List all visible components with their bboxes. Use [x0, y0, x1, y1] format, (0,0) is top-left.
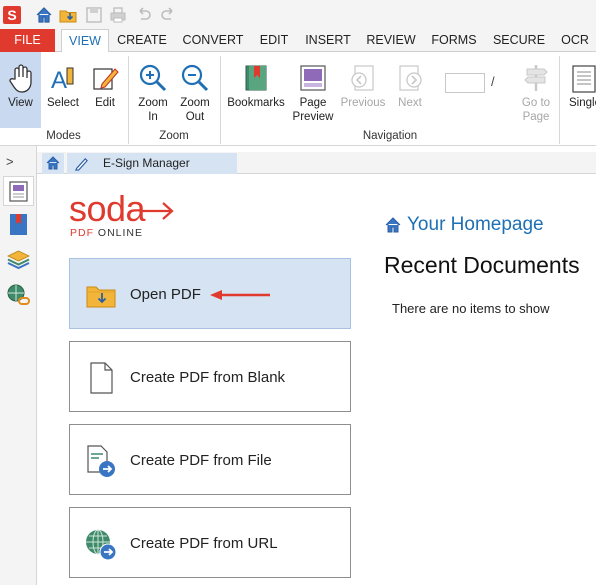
edit-mode-button[interactable]: Edit — [85, 52, 125, 128]
page-preview-label-1: Page — [299, 97, 327, 109]
links-icon[interactable] — [5, 282, 32, 309]
edit-mode-label: Edit — [95, 97, 115, 109]
logo-arrow-icon — [141, 202, 174, 220]
goto-label-1: Go to — [521, 97, 551, 109]
ribbon-divider — [559, 56, 560, 144]
zoom-out-icon — [181, 64, 209, 92]
zoom-in-icon — [139, 64, 167, 92]
page-preview-icon — [300, 65, 326, 91]
logo-pdf-word: PDF — [70, 227, 94, 239]
open-folder-icon[interactable] — [58, 5, 78, 25]
layers-icon[interactable] — [5, 246, 32, 273]
single-page-button[interactable]: Single — [563, 52, 596, 128]
sidebar-collapse-toggle[interactable]: > — [6, 154, 14, 169]
zoom-in-button[interactable]: Zoom In — [133, 52, 173, 128]
single-page-icon — [572, 65, 596, 93]
redo-icon[interactable] — [158, 5, 178, 25]
page-separator: / — [491, 74, 495, 89]
tab-create[interactable]: CREATE — [113, 29, 171, 52]
view-mode-label: View — [8, 97, 33, 109]
single-label: Single — [569, 97, 596, 109]
blank-page-icon — [90, 362, 113, 394]
bookmarks-icon[interactable] — [5, 211, 32, 238]
save-icon[interactable] — [84, 5, 104, 25]
tab-edit[interactable]: EDIT — [254, 29, 294, 52]
previous-label: Previous — [340, 97, 386, 109]
navigation-group-label: Navigation — [362, 130, 418, 142]
tab-view[interactable]: VIEW — [61, 29, 109, 53]
ribbon-tabs: FILE VIEW CREATE CONVERT EDIT INSERT REV… — [0, 29, 596, 53]
zoom-group-label: Zoom — [159, 130, 189, 142]
bookmarks-label: Bookmarks — [227, 97, 285, 109]
home-icon — [46, 156, 60, 170]
thumbnails-icon[interactable] — [5, 178, 32, 205]
create-from-url-label: Create PDF from URL — [130, 535, 278, 552]
next-page-button[interactable]: Next — [390, 52, 430, 128]
ribbon-panel: View A Select Edit Modes Zoom In Zoom Out — [0, 52, 596, 146]
create-from-blank-label: Create PDF from Blank — [130, 369, 286, 386]
empty-list-message: There are no items to show — [392, 301, 550, 316]
title-bar: S — [0, 0, 596, 29]
tab-forms[interactable]: FORMS — [427, 29, 481, 52]
zoom-out-label-2: Out — [185, 111, 205, 123]
home-page: soda PDF ONLINE Open PDF Create PDF from… — [37, 174, 596, 585]
bookmarks-button[interactable]: Bookmarks — [226, 52, 286, 128]
globe-convert-icon — [86, 529, 117, 561]
tab-insert[interactable]: INSERT — [300, 29, 356, 52]
tab-secure[interactable]: SECURE — [488, 29, 550, 52]
open-pdf-label: Open PDF — [130, 286, 201, 303]
zoom-out-label-1: Zoom — [180, 97, 210, 109]
edit-pencil-icon — [93, 68, 119, 90]
next-page-icon — [399, 65, 422, 91]
soda-logo: soda PDF ONLINE — [69, 188, 179, 244]
pen-icon — [74, 157, 88, 171]
homepage-home-icon — [385, 217, 401, 233]
svg-text:A: A — [51, 67, 67, 94]
tab-file[interactable]: FILE — [0, 29, 55, 52]
print-icon[interactable] — [108, 5, 128, 25]
page-number-input[interactable] — [445, 73, 485, 93]
page-preview-label-2: Preview — [292, 111, 334, 123]
previous-page-button[interactable]: Previous — [340, 52, 386, 128]
bookmark-book-icon — [245, 65, 267, 91]
page-preview-button[interactable]: Page Preview — [290, 52, 336, 128]
text-select-icon: A — [51, 67, 74, 94]
app-logo[interactable]: S — [3, 6, 21, 24]
tab-convert[interactable]: CONVERT — [178, 29, 248, 52]
zoom-out-button[interactable]: Zoom Out — [175, 52, 215, 128]
soda-logo-subtext: PDF ONLINE — [70, 227, 144, 239]
home-tab[interactable] — [42, 153, 64, 174]
homepage-title: Your Homepage — [407, 214, 544, 235]
recent-documents-heading: Recent Documents — [384, 252, 580, 278]
tab-review[interactable]: REVIEW — [362, 29, 420, 52]
hand-icon — [8, 64, 32, 93]
select-mode-button[interactable]: A Select — [43, 52, 83, 128]
document-tabs: E-Sign Manager — [37, 152, 596, 174]
modes-group-label: Modes — [46, 130, 81, 142]
tab-ocr[interactable]: OCR — [557, 29, 593, 52]
create-from-file-label: Create PDF from File — [130, 452, 272, 469]
goto-label-2: Page — [522, 111, 550, 123]
file-convert-icon — [87, 445, 115, 477]
go-to-page-button[interactable]: Go to Page — [515, 52, 557, 128]
zoom-in-label-1: Zoom — [138, 97, 168, 109]
signpost-icon — [524, 65, 548, 91]
view-mode-button[interactable]: View — [0, 52, 41, 128]
next-label: Next — [398, 97, 422, 109]
home-icon[interactable] — [34, 5, 54, 25]
esign-manager-tab[interactable]: E-Sign Manager — [67, 153, 237, 174]
left-toolbar: > — [0, 146, 37, 585]
select-mode-label: Select — [47, 97, 79, 109]
create-from-file-button[interactable]: Create PDF from File — [69, 424, 351, 495]
zoom-in-label-2: In — [148, 111, 158, 123]
create-from-blank-button[interactable]: Create PDF from Blank — [69, 341, 351, 412]
annotation-arrow — [210, 290, 270, 300]
esign-tab-label: E-Sign Manager — [103, 156, 190, 170]
open-folder-icon — [86, 286, 116, 308]
undo-icon[interactable] — [134, 5, 154, 25]
soda-logo-text: soda — [69, 188, 146, 229]
open-pdf-button[interactable]: Open PDF — [69, 258, 351, 329]
create-from-url-button[interactable]: Create PDF from URL — [69, 507, 351, 578]
previous-page-icon — [351, 65, 374, 91]
